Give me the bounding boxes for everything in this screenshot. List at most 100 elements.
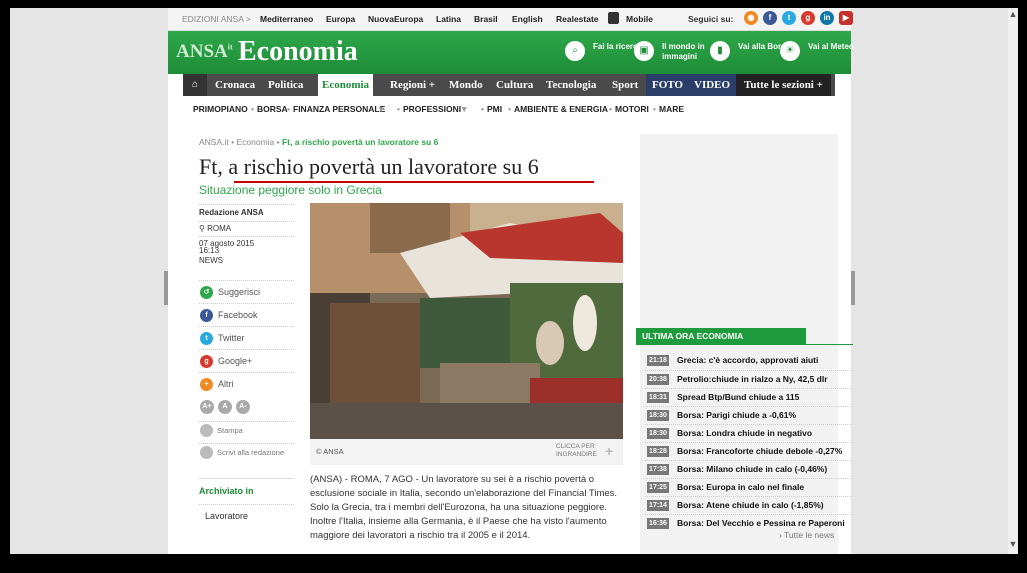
- news-text: Borsa: Francoforte chiude debole -0,27%: [677, 446, 843, 456]
- all-news-link[interactable]: › Tutte le news: [779, 530, 834, 540]
- write-label: Scrivi alla redazione: [217, 448, 285, 457]
- archive-tag[interactable]: Lavoratore: [199, 504, 294, 521]
- share-facebook[interactable]: f Facebook: [199, 303, 294, 326]
- nav-item[interactable]: Sport: [612, 74, 638, 96]
- scroll-up-icon[interactable]: ▲: [1008, 8, 1018, 20]
- news-time: 21:18: [647, 355, 669, 366]
- more-icon: +: [200, 378, 213, 391]
- weather-icon: ☀: [780, 41, 800, 61]
- font-increase-button[interactable]: A+: [200, 400, 214, 414]
- news-item[interactable]: 17:25 Borsa: Europa in calo nel finale: [645, 478, 852, 496]
- scroll-down-icon[interactable]: ▼: [1008, 538, 1018, 550]
- news-text: Grecia: c'è accordo, approvati aiuti: [677, 355, 819, 365]
- mobile-icon[interactable]: [608, 12, 619, 24]
- edition-link[interactable]: Europa: [326, 14, 355, 24]
- news-text: Borsa: Milano chiude in calo (-0,46%): [677, 464, 828, 474]
- edition-link[interactable]: Brasil: [474, 14, 498, 24]
- plus-icon[interactable]: +: [605, 443, 613, 459]
- share-more[interactable]: + Altri: [199, 372, 294, 395]
- nav-item-active[interactable]: Economia: [318, 74, 374, 96]
- rss-icon[interactable]: ◉: [744, 11, 758, 25]
- edition-link[interactable]: English: [512, 14, 543, 24]
- news-item[interactable]: 18:30 Borsa: Parigi chiude a -0,61%: [645, 406, 852, 424]
- linkedin-icon[interactable]: in: [820, 11, 834, 25]
- latest-news-title: ULTIMA ORA ECONOMIA: [636, 328, 806, 344]
- edition-link[interactable]: Realestate: [556, 14, 599, 24]
- youtube-icon[interactable]: ▶: [839, 11, 853, 25]
- googleplus-icon[interactable]: g: [801, 11, 815, 25]
- subnav-item[interactable]: AMBIENTE & ENERGIA: [514, 104, 608, 114]
- news-time: 16:36: [647, 518, 669, 529]
- archive-title: Archiviato in: [199, 486, 254, 496]
- font-decrease-button[interactable]: A-: [236, 400, 250, 414]
- news-text: Borsa: Europa in calo nel finale: [677, 482, 805, 492]
- nav-item[interactable]: Mondo: [449, 74, 483, 96]
- breadcrumb-section[interactable]: Economia: [236, 137, 274, 147]
- googleplus-icon: g: [200, 355, 213, 368]
- print-icon: [200, 424, 213, 437]
- twitter-icon[interactable]: t: [782, 11, 796, 25]
- news-item[interactable]: 17:38 Borsa: Milano chiude in calo (-0,46…: [645, 460, 852, 478]
- pen-icon: [200, 446, 213, 459]
- share-label: Google+: [218, 356, 253, 366]
- ansa-logo[interactable]: ANSAit: [176, 41, 233, 63]
- share-googleplus[interactable]: g Google+: [199, 349, 294, 372]
- nav-item[interactable]: Regioni +: [390, 74, 435, 96]
- edition-link[interactable]: NuovaEuropa: [368, 14, 423, 24]
- nav-item-all-sections[interactable]: Tutte le sezioni +: [736, 74, 831, 96]
- subnav-item[interactable]: MOTORI: [615, 104, 649, 114]
- share-suggest[interactable]: ↺ Suggerisci: [199, 280, 294, 303]
- font-reset-button[interactable]: A: [218, 400, 232, 414]
- edition-link[interactable]: Mobile: [626, 14, 653, 24]
- sub-nav: PRIMOPIANO • BORSA • FINANZA PERSONALE ▼ •…: [193, 104, 685, 114]
- section-title[interactable]: Economia: [238, 36, 358, 68]
- news-time: 18:28: [647, 446, 669, 457]
- enlarge-label[interactable]: CLICCA PER INGRANDIRE: [556, 443, 601, 459]
- author: Redazione ANSA: [199, 204, 294, 217]
- news-text: Borsa: Parigi chiude a -0,61%: [677, 410, 797, 420]
- nav-item[interactable]: Cronaca: [215, 74, 255, 96]
- article-title: Ft, a rischio povertà un lavoratore su 6: [199, 154, 539, 179]
- main-nav: ⌂ Cronaca Politica Economia Regioni + Mo…: [183, 74, 835, 96]
- subnav-item[interactable]: PMI: [487, 104, 502, 114]
- news-item[interactable]: 20:38 Petrolio:chiude in rialzo a Ny, 42,…: [645, 370, 852, 388]
- nav-item-foto[interactable]: FOTO: [646, 74, 689, 96]
- news-text: Borsa: Atene chiude in calo (-1,85%): [677, 500, 824, 510]
- share-twitter[interactable]: t Twitter: [199, 326, 294, 349]
- news-item[interactable]: 18:28 Borsa: Francoforte chiude debole -0…: [645, 442, 852, 460]
- subnav-item[interactable]: MARE: [659, 104, 684, 114]
- chart-icon: ▮: [710, 41, 730, 61]
- news-time: 17:38: [647, 464, 669, 475]
- scrollbar[interactable]: [1008, 8, 1018, 554]
- nav-item[interactable]: Tecnologia: [546, 74, 596, 96]
- pin-icon: ⚲: [199, 224, 208, 233]
- article-photo[interactable]: [310, 203, 623, 439]
- share-label: Twitter: [218, 333, 245, 343]
- breadcrumb-current[interactable]: Ft, a rischio povertà un lavoratore su 6: [282, 137, 438, 147]
- news-item[interactable]: 17:14 Borsa: Atene chiude in calo (-1,85%…: [645, 496, 852, 514]
- browser-viewport: ‹ › EDIZIONI ANSA > Mediterraneo Europa …: [10, 8, 1008, 554]
- news-item[interactable]: 21:18 Grecia: c'è accordo, approvati aiut…: [645, 352, 852, 369]
- write-editor-button[interactable]: Scrivi alla redazione: [199, 443, 294, 464]
- home-icon[interactable]: ⌂: [183, 74, 207, 96]
- subnav-item[interactable]: BORSA: [257, 104, 288, 114]
- nav-item-video[interactable]: VIDEO: [688, 74, 737, 96]
- nav-item[interactable]: Cultura: [496, 74, 533, 96]
- subnav-item[interactable]: PROFESSIONI: [403, 104, 461, 114]
- search-icon: ⌕: [565, 41, 585, 61]
- facebook-icon[interactable]: f: [763, 11, 777, 25]
- news-item[interactable]: 18:31 Spread Btp/Bund chiude a 115: [645, 388, 852, 406]
- editions-label[interactable]: EDIZIONI ANSA >: [182, 14, 251, 24]
- nav-item[interactable]: Politica: [268, 74, 303, 96]
- subnav-item[interactable]: PRIMOPIANO: [193, 104, 248, 114]
- breadcrumb: ANSA.it • Economia • Ft, a rischio pover…: [199, 137, 439, 147]
- print-button[interactable]: Stampa: [199, 421, 294, 442]
- share-label: Facebook: [218, 310, 258, 320]
- news-time: 18:30: [647, 428, 669, 439]
- suggest-icon: ↺: [200, 286, 213, 299]
- breadcrumb-root[interactable]: ANSA.it: [199, 137, 229, 147]
- news-item[interactable]: 18:30 Borsa: Londra chiude in negativo: [645, 424, 852, 442]
- edition-link[interactable]: Latina: [436, 14, 461, 24]
- edition-link[interactable]: Mediterraneo: [260, 14, 313, 24]
- subnav-item[interactable]: FINANZA PERSONALE: [293, 104, 385, 114]
